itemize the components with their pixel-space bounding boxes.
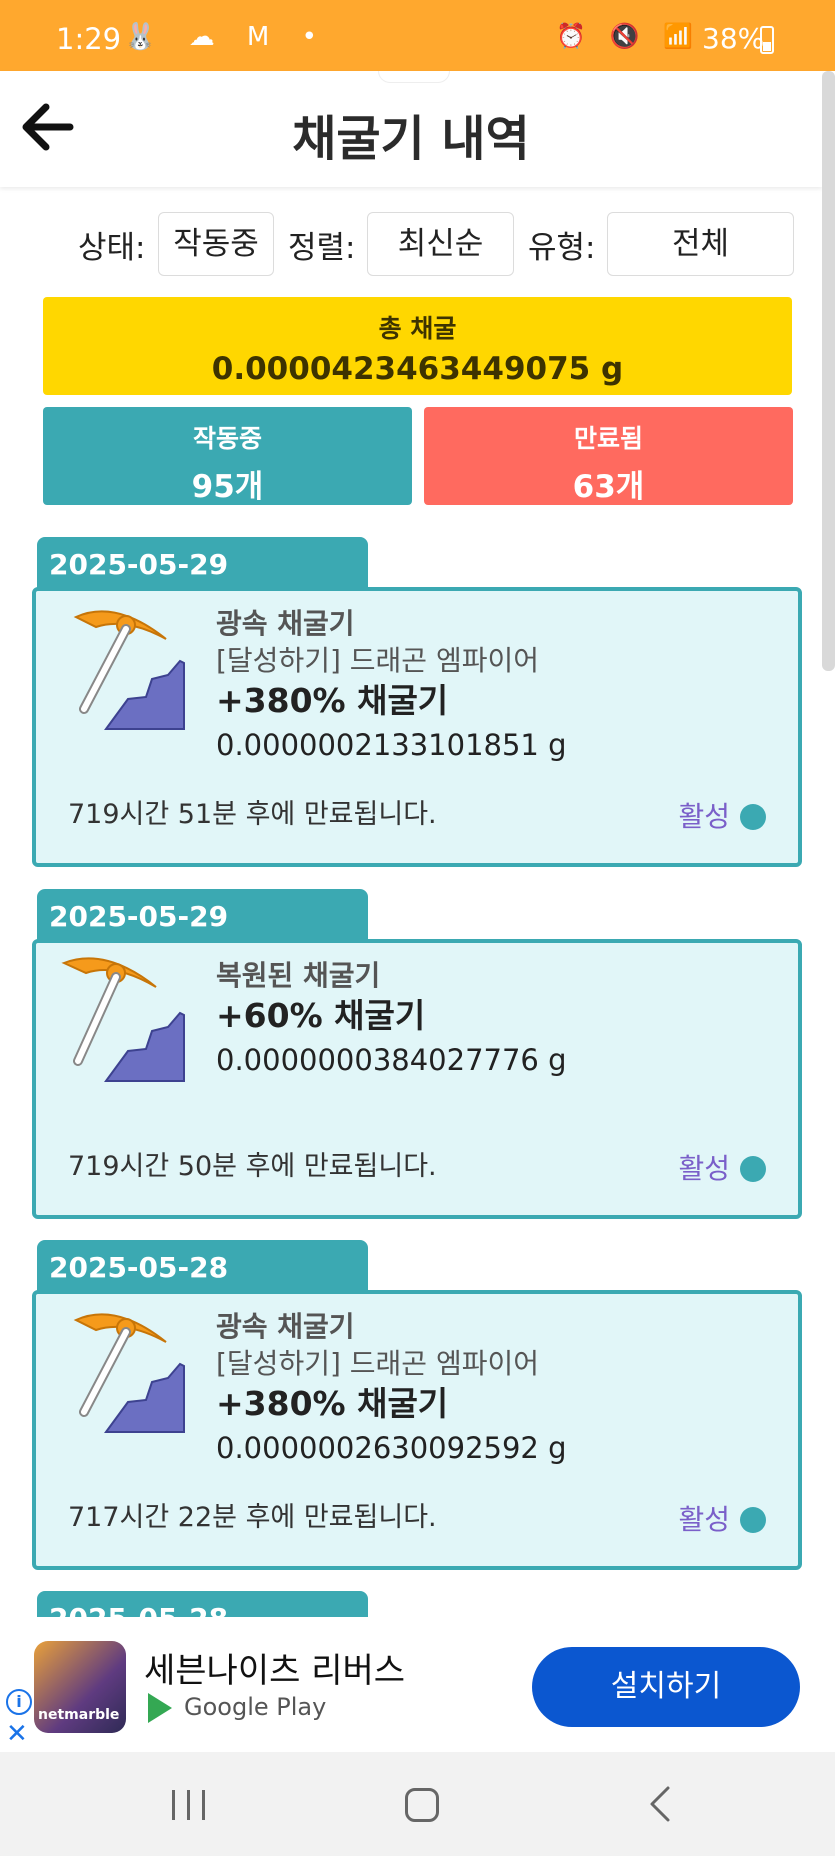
active-label: 작동중 <box>192 424 262 453</box>
install-button[interactable]: 설치하기 <box>532 1647 800 1727</box>
pull-indicator <box>378 71 450 83</box>
nav-back-icon[interactable] <box>640 1784 680 1824</box>
ad-store: Google Play <box>148 1693 326 1723</box>
ad-info-icon[interactable]: i <box>6 1689 32 1715</box>
pickaxe-icon <box>73 1313 185 1433</box>
miner-date-tab: 2025-05-28 22:51:44 <box>37 1240 368 1340</box>
system-icons: ⏰ 🔇 📶 <box>556 22 701 50</box>
ad-app-icon[interactable]: netmarble <box>34 1641 126 1733</box>
type-filter-label: 유형: <box>528 230 596 266</box>
pickaxe-icon <box>73 610 185 730</box>
expired-label: 만료됨 <box>573 424 643 453</box>
google-play-icon <box>148 1693 172 1723</box>
miner-status: 활성 <box>678 795 766 835</box>
miner-info: 복원된 채굴기 +60% 채굴기 0.0000000384027776 g <box>216 957 567 1082</box>
pickaxe-icon <box>61 957 185 1082</box>
miner-date-tab: 2025-05-29 01:20:25 <box>37 889 368 989</box>
status-filter-label: 상태: <box>78 230 146 266</box>
status-dot-icon <box>740 1507 766 1533</box>
miner-expire-text: 719시간 50분 후에 만료됩니다. <box>68 1151 437 1182</box>
active-count-panel[interactable]: 작동중 95개 <box>43 407 412 505</box>
miner-card[interactable]: 광속 채굴기 [달성하기] 드래곤 엠파이어 +380% 채굴기 0.00000… <box>32 1290 802 1570</box>
ad-close-icon[interactable]: ✕ <box>6 1719 28 1749</box>
miner-name: 복원된 채굴기 <box>216 959 381 992</box>
miner-amount: 0.0000002133101851 g <box>216 728 567 762</box>
recents-icon[interactable] <box>172 1790 206 1820</box>
expired-count-panel[interactable]: 만료됨 63개 <box>424 407 793 505</box>
miner-expire-text: 717시간 22분 후에 만료됩니다. <box>68 1502 437 1533</box>
miner-status-label: 활성 <box>678 800 730 833</box>
ad-store-label: Google Play <box>184 1693 327 1721</box>
system-nav-bar <box>0 1752 835 1856</box>
sort-filter-select[interactable]: 최신순 <box>367 212 514 276</box>
status-dot-icon <box>740 1156 766 1182</box>
miner-status: 활성 <box>678 1498 766 1538</box>
app-header: 채굴기 내역 <box>0 71 822 187</box>
active-count: 95개 <box>191 469 264 505</box>
miner-info: 광속 채굴기 [달성하기] 드래곤 엠파이어 +380% 채굴기 0.00000… <box>216 605 567 767</box>
miner-source: [달성하기] 드래곤 엠파이어 <box>216 644 540 677</box>
home-icon[interactable] <box>405 1788 439 1822</box>
status-filter-select[interactable]: 작동중 <box>158 212 274 276</box>
total-mined-value: 0.0000423463449075 g <box>211 351 624 387</box>
ad-app-name[interactable]: 세븐나이츠 리버스 <box>144 1643 405 1692</box>
miner-boost: +380% 채굴기 <box>216 1384 449 1423</box>
miner-status-label: 활성 <box>678 1152 730 1185</box>
miner-boost: +60% 채굴기 <box>216 996 426 1035</box>
total-mined-label: 총 채굴 <box>378 314 457 343</box>
scrollbar[interactable] <box>822 71 835 671</box>
miner-source: [달성하기] 드래곤 엠파이어 <box>216 1347 540 1380</box>
status-bar: 1:29 🐰 ☁ M • ⏰ 🔇 📶 38% <box>0 0 835 71</box>
notification-icons: 🐰 ☁ M • <box>124 22 329 52</box>
battery-icon <box>760 26 774 54</box>
page-title: 채굴기 내역 <box>292 111 530 167</box>
miner-name: 광속 채굴기 <box>216 607 355 640</box>
ad-banner[interactable]: netmarble 세븐나이츠 리버스 Google Play 설치하기 i ✕ <box>0 1617 835 1752</box>
type-filter-select[interactable]: 전체 <box>607 212 794 276</box>
sort-filter-label: 정렬: <box>288 230 356 266</box>
miner-card[interactable]: 복원된 채굴기 +60% 채굴기 0.0000000384027776 g 71… <box>32 939 802 1219</box>
ad-app-icon-text: netmarble <box>38 1707 120 1723</box>
miner-status: 활성 <box>678 1147 766 1187</box>
expired-count: 63개 <box>572 469 645 505</box>
miner-card[interactable]: 광속 채굴기 [달성하기] 드래곤 엠파이어 +380% 채굴기 0.00000… <box>32 587 802 867</box>
status-dot-icon <box>740 804 766 830</box>
miner-amount: 0.0000000384027776 g <box>216 1043 567 1077</box>
status-time: 1:29 <box>56 22 122 56</box>
miner-date-tab: 2025-05-29 01:21:33 <box>37 537 368 637</box>
total-mined-panel: 총 채굴 0.0000423463449075 g <box>43 297 792 395</box>
miner-boost: +380% 채굴기 <box>216 681 449 720</box>
miner-info: 광속 채굴기 [달성하기] 드래곤 엠파이어 +380% 채굴기 0.00000… <box>216 1308 567 1470</box>
miner-amount: 0.0000002630092592 g <box>216 1431 567 1465</box>
miner-status-label: 활성 <box>678 1503 730 1536</box>
miner-name: 광속 채굴기 <box>216 1310 355 1343</box>
miner-expire-text: 719시간 51분 후에 만료됩니다. <box>68 799 437 830</box>
battery-percent: 38% <box>702 22 765 55</box>
